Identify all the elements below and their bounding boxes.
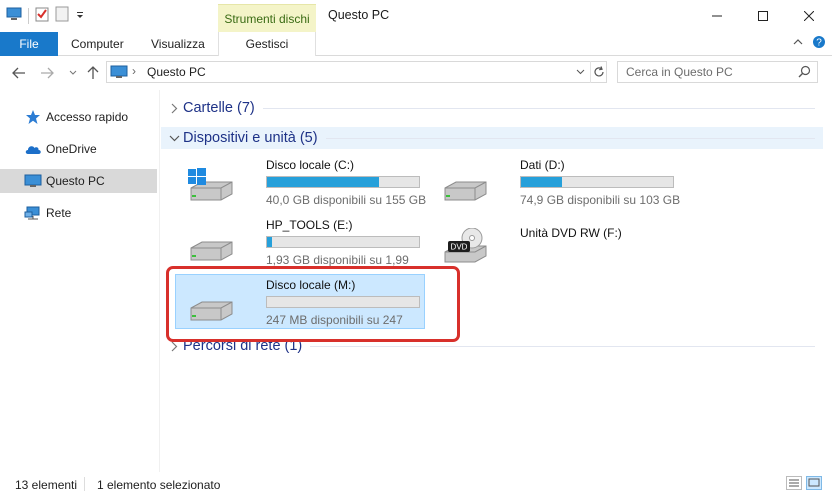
- drive-name: Disco locale (C:): [266, 158, 355, 172]
- hard-drive-icon: [440, 168, 490, 206]
- star-icon: [24, 109, 42, 125]
- group-devices[interactable]: Dispositivi e unità (5): [161, 127, 823, 149]
- new-folder-icon[interactable]: [55, 6, 69, 25]
- chevron-right-icon: [167, 103, 181, 114]
- network-icon: [24, 205, 42, 221]
- tab-manage[interactable]: Gestisci: [218, 32, 316, 56]
- group-title: Cartelle (7): [183, 100, 255, 116]
- drive-free-space: 74,9 GB disponibili su 103 GB: [520, 193, 681, 207]
- group-divider: [325, 137, 815, 139]
- divider: [84, 477, 85, 491]
- usage-bar: [266, 176, 420, 188]
- content-area: Cartelle (7) Dispositivi e unità (5) Dis…: [161, 90, 832, 472]
- quick-access-toolbar: [6, 6, 85, 25]
- details-view-icon[interactable]: [786, 476, 802, 493]
- item-count: 13 elementi: [15, 477, 78, 492]
- nav-item-label: Accesso rapido: [46, 110, 129, 124]
- breadcrumb-separator-icon: ›: [132, 64, 136, 78]
- computer-icon: [110, 65, 128, 82]
- cloud-icon: [24, 141, 42, 157]
- drive-c[interactable]: Disco locale (C:) 40,0 GB disponibili su…: [174, 158, 427, 214]
- back-arrow-icon[interactable]: [10, 64, 28, 82]
- svg-text:?: ?: [816, 38, 822, 49]
- context-tab-disk-tools[interactable]: Strumenti dischi: [218, 4, 316, 32]
- nav-item-label: OneDrive: [46, 142, 97, 156]
- title-bar: Strumenti dischi Questo PC: [0, 0, 832, 32]
- address-dropdown-icon[interactable]: [573, 65, 587, 79]
- drive-d[interactable]: Dati (D:) 74,9 GB disponibili su 103 GB: [428, 158, 681, 214]
- nav-item-label: Rete: [46, 206, 72, 220]
- navigation-pane: Accesso rapido OneDrive Questo PC Rete: [0, 90, 160, 472]
- svg-text:DVD: DVD: [451, 243, 468, 252]
- tab-computer[interactable]: Computer: [71, 32, 124, 56]
- drive-name: HP_TOOLS (E:): [266, 218, 353, 232]
- nav-item-network[interactable]: Rete: [0, 201, 157, 225]
- usage-bar-fill: [521, 177, 563, 187]
- recent-locations-icon[interactable]: [64, 64, 82, 82]
- tab-manage-label: Gestisci: [245, 37, 289, 51]
- tab-view[interactable]: Visualizza: [151, 32, 205, 56]
- group-title: Dispositivi e unità (5): [183, 130, 318, 146]
- status-bar: 13 elementi 1 elemento selezionato: [0, 472, 832, 497]
- window-title: Questo PC: [328, 8, 390, 22]
- nav-item-onedrive[interactable]: OneDrive: [0, 137, 157, 161]
- drive-name: Dati (D:): [520, 158, 565, 172]
- breadcrumb-current[interactable]: Questo PC: [147, 65, 206, 79]
- usage-bar: [266, 236, 420, 248]
- view-switcher: [786, 476, 822, 493]
- nav-item-this-pc[interactable]: Questo PC: [0, 169, 157, 193]
- search-input[interactable]: Cerca in Questo PC: [617, 61, 818, 83]
- usage-bar-fill: [267, 177, 380, 187]
- up-arrow-icon[interactable]: [84, 64, 102, 82]
- close-button[interactable]: [786, 0, 832, 32]
- search-icon[interactable]: [798, 65, 811, 81]
- help-icon[interactable]: ?: [812, 35, 826, 52]
- highlight-annotation-frame: [166, 266, 460, 342]
- drive-name: Unità DVD RW (F:): [520, 226, 622, 240]
- drive-f-dvd[interactable]: DVD Unità DVD RW (F:): [428, 218, 678, 274]
- dvd-drive-icon: DVD: [440, 227, 490, 266]
- expand-ribbon-icon[interactable]: [793, 36, 803, 50]
- nav-item-quick-access[interactable]: Accesso rapido: [0, 105, 157, 129]
- maximize-button[interactable]: [740, 0, 786, 32]
- nav-item-label: Questo PC: [46, 174, 105, 188]
- usage-bar: [520, 176, 674, 188]
- hard-drive-icon: [186, 228, 236, 266]
- usage-bar-fill: [267, 237, 272, 247]
- ribbon-tabs: File Computer Visualizza Gestisci ?: [0, 32, 832, 56]
- group-divider: [310, 345, 815, 347]
- search-placeholder: Cerca in Questo PC: [626, 65, 733, 79]
- selection-count: 1 elemento selezionato: [97, 477, 221, 492]
- chevron-down-icon: [167, 135, 181, 142]
- group-divider: [262, 107, 815, 109]
- drive-free-space: 40,0 GB disponibili su 155 GB: [266, 193, 427, 207]
- drive-free-space: 1,93 GB disponibili su 1,99: [266, 253, 409, 267]
- properties-icon[interactable]: [35, 6, 49, 25]
- computer-icon: [24, 173, 42, 189]
- chevron-right-icon: [167, 341, 181, 352]
- group-folders[interactable]: Cartelle (7): [161, 97, 823, 119]
- forward-arrow-icon[interactable]: [38, 64, 56, 82]
- windows-drive-icon: [186, 168, 236, 206]
- tab-file[interactable]: File: [0, 32, 58, 56]
- large-icons-view-icon[interactable]: [806, 476, 822, 493]
- computer-small-icon[interactable]: [6, 7, 22, 24]
- customize-toolbar-icon[interactable]: [75, 9, 85, 23]
- minimize-button[interactable]: [694, 0, 740, 32]
- address-bar[interactable]: › Questo PC: [106, 61, 607, 83]
- refresh-icon[interactable]: [591, 65, 606, 79]
- separator: [28, 7, 29, 24]
